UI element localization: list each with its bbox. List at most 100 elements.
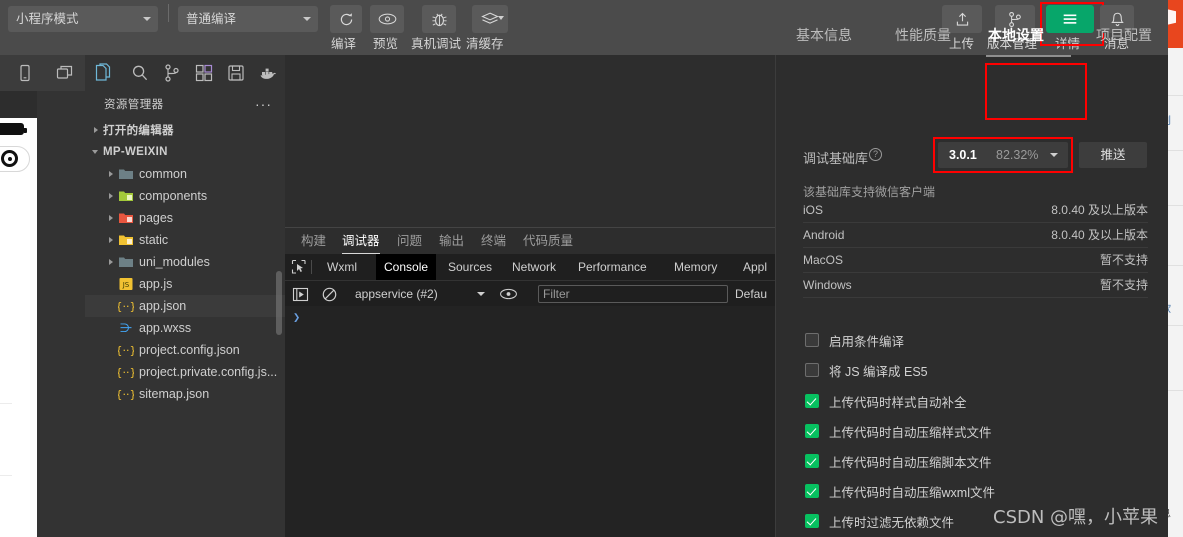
checkbox-checked-icon[interactable] xyxy=(805,514,819,528)
tree-item-project-private-config[interactable]: {··} project.private.config.js... xyxy=(85,361,285,383)
support-row-macos: MacOS 暂不支持 xyxy=(803,248,1148,273)
preview-button[interactable] xyxy=(370,5,404,33)
simulator-gutter xyxy=(37,91,85,537)
tree-item-uni-modules[interactable]: uni_modules xyxy=(85,251,285,273)
option-label: 上传代码时样式自动补全 xyxy=(829,395,967,410)
tree-item-label: sitemap.json xyxy=(139,387,210,401)
sidebar-scrollbar[interactable] xyxy=(276,271,282,335)
tree-item-pages[interactable]: pages xyxy=(85,207,285,229)
docker-icon[interactable] xyxy=(258,63,278,83)
panel-tab-build[interactable]: 构建 xyxy=(301,228,326,254)
sidebar-section-label: 打开的编辑器 xyxy=(103,125,174,137)
upload-icon xyxy=(956,12,968,26)
console-context-select[interactable]: appservice (#2) xyxy=(355,281,438,307)
tree-item-label: project.private.config.js... xyxy=(139,365,278,379)
panel-tab-debugger[interactable]: 调试器 xyxy=(342,228,380,254)
console-output[interactable]: ❯ xyxy=(285,306,775,537)
details-tab-basic-info[interactable]: 基本信息 xyxy=(796,23,852,47)
option-row-compress-wxml[interactable]: 上传代码时自动压缩wxml文件 xyxy=(805,481,995,501)
option-row-filter-unused[interactable]: 上传时过滤无依赖文件 xyxy=(805,511,954,531)
split-pane-icon[interactable] xyxy=(55,63,75,83)
option-row-compress-script[interactable]: 上传代码时自动压缩脚本文件 xyxy=(805,451,992,471)
option-label: 启用条件编译 xyxy=(829,334,905,349)
devtools-tab-performance[interactable]: Performance xyxy=(570,254,655,280)
clear-cache-button[interactable] xyxy=(472,5,508,33)
help-icon[interactable]: ? xyxy=(869,148,882,161)
support-os: MacOS xyxy=(803,253,844,267)
tree-item-label: app.wxss xyxy=(139,321,192,335)
details-button[interactable] xyxy=(1046,5,1094,33)
devtools-tab-console[interactable]: Console xyxy=(376,254,437,280)
option-row-compile-es5[interactable]: 将 JS 编译成 ES5 xyxy=(805,360,928,380)
details-active-tab-underline xyxy=(986,55,1071,57)
option-row-compress-style[interactable]: 上传代码时自动压缩样式文件 xyxy=(805,421,992,441)
tree-item-common[interactable]: common xyxy=(85,163,285,185)
compile-mode-value: 普通编译 xyxy=(186,12,237,26)
details-tab-project-config[interactable]: 项目配置 xyxy=(1096,23,1152,47)
chevron-right-icon xyxy=(106,229,118,251)
devtools-tab-sources[interactable]: Sources xyxy=(440,254,500,280)
tree-item-label: pages xyxy=(139,211,174,225)
checkbox-unchecked-icon[interactable] xyxy=(805,333,819,347)
source-control-icon[interactable] xyxy=(162,63,182,83)
checkbox-checked-icon[interactable] xyxy=(805,484,819,498)
devtools-tab-network[interactable]: Network xyxy=(504,254,564,280)
ide-window: 小程序模式 普通编译 编译 预览 真机调试 清缓存 上传 版本管理 详情 消息 … xyxy=(0,0,1168,537)
checkbox-unchecked-icon[interactable] xyxy=(805,363,819,377)
hamburger-icon xyxy=(1063,14,1077,24)
sidebar-section-opened-editors[interactable]: 打开的编辑器 xyxy=(85,119,285,141)
checkbox-checked-icon[interactable] xyxy=(805,424,819,438)
support-os: Android xyxy=(803,228,845,242)
checkbox-checked-icon[interactable] xyxy=(805,454,819,468)
css-file-icon: ⋺ xyxy=(118,320,134,336)
tree-item-app-js[interactable]: JS app.js xyxy=(85,273,285,295)
base-library-select[interactable]: 3.0.1 82.32% xyxy=(938,142,1068,168)
search-icon[interactable] xyxy=(130,63,150,83)
cursor-select-icon[interactable] xyxy=(290,258,308,276)
devtools-tab-memory[interactable]: Memory xyxy=(666,254,725,280)
phone-icon[interactable] xyxy=(15,63,35,83)
real-device-debug-button[interactable] xyxy=(422,5,456,33)
eye-icon[interactable] xyxy=(499,287,518,301)
tree-item-static[interactable]: static xyxy=(85,229,285,251)
tree-item-app-wxss[interactable]: ⋺ app.wxss xyxy=(85,317,285,339)
details-tab-performance[interactable]: 性能质量 xyxy=(895,23,951,47)
checkbox-checked-icon[interactable] xyxy=(805,394,819,408)
json-file-icon: {··} xyxy=(116,364,137,380)
console-level-select[interactable]: Defau xyxy=(735,281,767,307)
devtools-tab-wxml[interactable]: Wxml xyxy=(319,254,365,280)
tree-item-sitemap-json[interactable]: {··} sitemap.json xyxy=(85,383,285,405)
compile-button[interactable] xyxy=(330,5,362,33)
extensions-icon[interactable] xyxy=(194,63,214,83)
panel-tab-code-quality[interactable]: 代码质量 xyxy=(523,228,573,254)
option-row-conditional-compile[interactable]: 启用条件编译 xyxy=(805,330,904,350)
panel-tab-output[interactable]: 输出 xyxy=(439,228,464,254)
chevron-down-icon[interactable] xyxy=(477,292,485,296)
explorer-icon[interactable] xyxy=(93,63,113,83)
option-label: 上传时过滤无依赖文件 xyxy=(829,515,955,530)
clear-console-icon[interactable] xyxy=(321,286,338,303)
support-value: 暂不支持 xyxy=(1099,253,1148,267)
compile-mode-select[interactable]: 普通编译 xyxy=(178,6,318,32)
devtools-tabbar: Wxml Console Sources Network Performance… xyxy=(285,254,775,280)
tree-item-project-config[interactable]: {··} project.config.json xyxy=(85,339,285,361)
sidebar-section-mp-weixin[interactable]: MP-WEIXIN xyxy=(85,141,285,163)
editor-area[interactable] xyxy=(285,55,775,227)
tree-item-components[interactable]: components xyxy=(85,185,285,207)
panel-tab-terminal[interactable]: 终端 xyxy=(481,228,506,254)
tree-item-label: app.js xyxy=(139,277,173,291)
tree-item-app-json[interactable]: {··} app.json xyxy=(85,295,285,317)
panel-tab-problems[interactable]: 问题 xyxy=(397,228,422,254)
option-row-autocomplete-style[interactable]: 上传代码时样式自动补全 xyxy=(805,391,967,411)
mode-select[interactable]: 小程序模式 xyxy=(8,6,158,32)
console-toolbar: appservice (#2) Defau xyxy=(285,280,775,306)
svg-text:{··}: {··} xyxy=(118,366,134,379)
execute-icon[interactable] xyxy=(292,286,309,303)
details-tab-local-settings[interactable]: 本地设置 xyxy=(988,23,1044,47)
chevron-right-icon xyxy=(91,119,103,141)
explorer-more-button[interactable]: ··· xyxy=(255,91,272,119)
push-button[interactable]: 推送 xyxy=(1079,142,1147,168)
devtools-tab-application[interactable]: Appl xyxy=(735,254,775,280)
console-filter-input[interactable] xyxy=(538,285,728,303)
save-all-icon[interactable] xyxy=(226,63,246,83)
